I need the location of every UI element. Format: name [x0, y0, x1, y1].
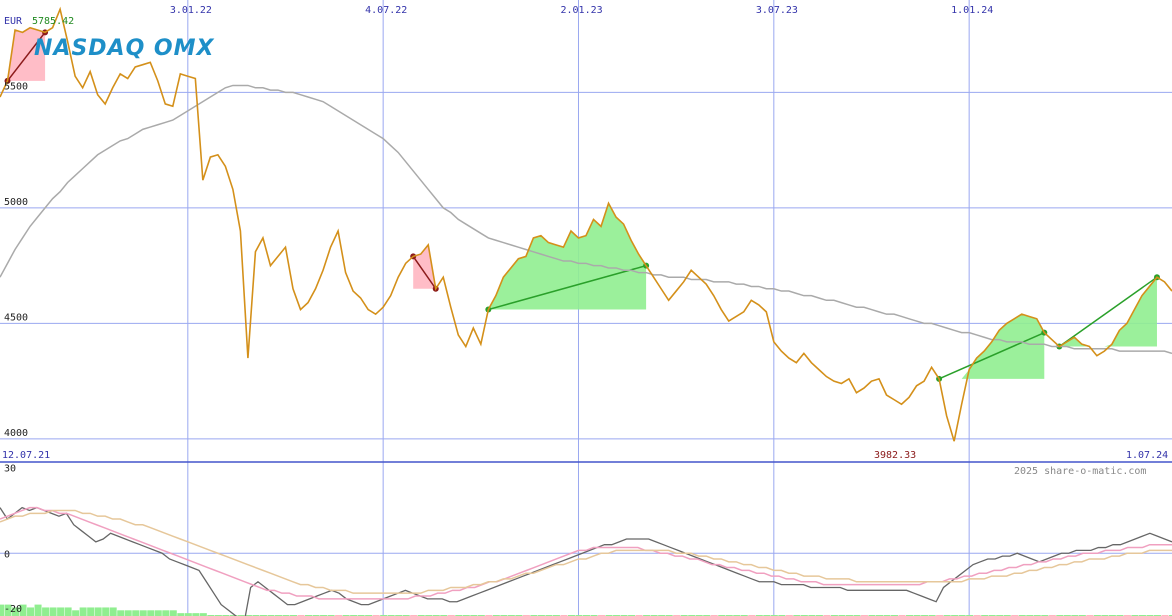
osc-y-tick-label: 30 [4, 464, 16, 475]
osc-y-tick-label: 0 [4, 549, 10, 560]
volume-bar [139, 610, 147, 616]
volume-bar [154, 610, 162, 616]
end-date-label: 1.07.24 [1126, 450, 1168, 461]
x-tick-label: 2.01.23 [560, 5, 602, 16]
min-value-label: 3982.33 [874, 450, 916, 461]
oscillator-main-line [0, 506, 1172, 616]
volume-bar [57, 607, 65, 616]
y-tick-label: 5500 [4, 81, 28, 92]
y-tick-label: 4500 [4, 312, 28, 323]
x-tick-label: 4.07.22 [365, 5, 407, 16]
volume-bar [124, 610, 132, 616]
volume-bar [169, 610, 177, 616]
trend-area [488, 203, 647, 310]
last-value-label: 5785.42 [32, 16, 74, 27]
volume-bar [109, 607, 117, 616]
currency-label: EUR [4, 16, 23, 27]
start-date-label: 12.07.21 [2, 450, 50, 461]
volume-bar [49, 607, 57, 616]
volume-bar [117, 610, 125, 616]
volume-bar [87, 607, 95, 616]
moving-average-line [0, 84, 1172, 355]
copyright-label: 2025 share-o-matic.com [1014, 466, 1146, 477]
trend-fill-layer [4, 27, 1160, 382]
volume-bar [27, 607, 35, 616]
volume-bar [34, 604, 42, 616]
x-tick-label: 3.01.22 [170, 5, 212, 16]
x-tick-label: 3.07.23 [756, 5, 798, 16]
y-tick-label: 4000 [4, 428, 28, 439]
volume-bar [64, 607, 72, 616]
volume-bar [102, 607, 110, 616]
volume-bar [147, 610, 155, 616]
chart-svg: 3.01.22 4.07.22 2.01.23 3.07.23 1.01.24 5500 5… [0, 0, 1172, 616]
volume-bar [42, 607, 50, 616]
oscillator-layer [0, 506, 1172, 616]
volume-bar [132, 610, 140, 616]
x-tick-label: 1.01.24 [951, 5, 993, 16]
tick-label-layer: 3.01.22 4.07.22 2.01.23 3.07.23 1.01.24 5500 5… [4, 5, 993, 615]
y-tick-label: 5000 [4, 197, 28, 208]
volume-bar [79, 607, 87, 616]
osc-y-tick-label: -20 [4, 604, 22, 615]
volume-bar [72, 610, 80, 616]
volume-bar [162, 610, 170, 616]
volume-bar [94, 607, 102, 616]
nasdaq-omx-logo: NASDAQ OMX [34, 36, 215, 61]
